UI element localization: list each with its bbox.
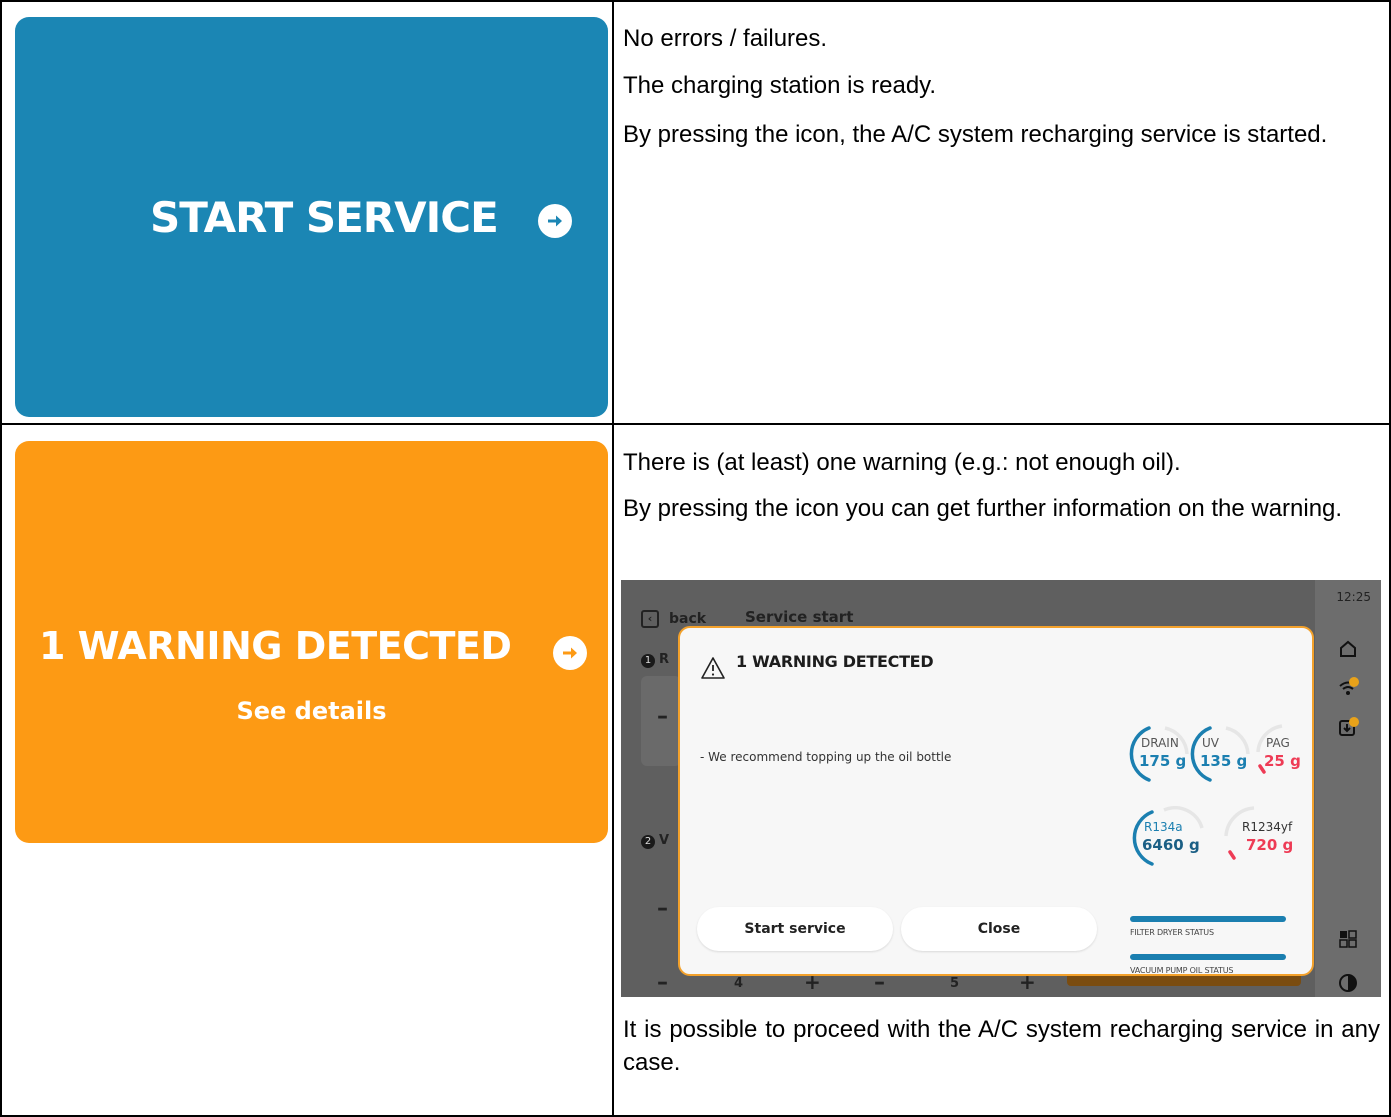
wifi-icon[interactable]	[1337, 676, 1359, 698]
warning-detected-tile[interactable]: 1 WARNING DETECTED See details	[15, 441, 608, 843]
vacuum-pump-oil-status-label: VACUUM PUMP OIL STATUS	[1130, 966, 1234, 975]
screen-title: Service start	[745, 608, 854, 626]
home-icon[interactable]	[1337, 638, 1359, 660]
arrow-right-circle-icon	[553, 636, 587, 670]
table-border-top	[0, 0, 1391, 2]
warning-dialog-screenshot: ‹ back Service start 1 R – 2 V – – 4 + – …	[621, 580, 1381, 997]
gauge-r134a: R134a 6460 g	[1130, 806, 1220, 870]
minus-icon: –	[657, 704, 668, 729]
minus-icon[interactable]: –	[657, 970, 668, 995]
warning-modal: 1 WARNING DETECTED - We recommend toppin…	[678, 626, 1314, 976]
vacuum-pump-oil-status-bar	[1130, 954, 1286, 960]
gauge-value: 720 g	[1246, 836, 1294, 854]
gauge-name: R1234yf	[1242, 820, 1293, 834]
filter-dryer-status-bar	[1130, 916, 1286, 922]
description-no-errors: No errors / failures.	[623, 25, 828, 52]
table-row-divider	[0, 423, 1391, 425]
description-station-ready: The charging station is ready.	[623, 72, 937, 99]
warning-detected-label: 1 WARNING DETECTED	[39, 624, 512, 668]
description-warning: There is (at least) one warning (e.g.: n…	[623, 449, 1181, 476]
step-1-label: R	[659, 652, 670, 667]
step-2-badge: 2	[641, 835, 655, 849]
start-service-label: START SERVICE	[150, 193, 499, 242]
description-more-info: By pressing the icon you can get further…	[623, 495, 1343, 522]
see-details-label: See details	[236, 697, 387, 725]
table-column-divider	[612, 0, 614, 1117]
update-icon[interactable]	[1337, 716, 1359, 738]
counter-b-value: 5	[950, 976, 960, 991]
warning-triangle-icon	[701, 657, 725, 679]
description-proceed: It is possible to proceed with the A/C s…	[623, 1016, 1380, 1076]
warning-message: - We recommend topping up the oil bottle	[700, 750, 952, 764]
close-button[interactable]: Close	[901, 907, 1097, 951]
clock: 12:25	[1336, 590, 1371, 604]
start-service-tile[interactable]: START SERVICE	[15, 17, 608, 417]
step-1-badge: 1	[641, 654, 655, 668]
gauge-name: PAG	[1266, 736, 1290, 750]
gauge-value: 25 g	[1264, 752, 1301, 770]
gauge-name: R134a	[1144, 820, 1183, 834]
step-2-label: V	[659, 833, 670, 848]
gauge-uv: UV 135 g	[1188, 722, 1260, 786]
description-start-service: By pressing the icon, the A/C system rec…	[623, 121, 1328, 148]
gauge-name: UV	[1202, 736, 1219, 750]
arrow-right-circle-icon	[538, 204, 572, 238]
contrast-icon[interactable]	[1337, 972, 1359, 994]
gauge-pag: PAG 25 g	[1252, 722, 1324, 786]
gauge-value: 135 g	[1200, 752, 1248, 770]
start-service-button[interactable]: Start service	[697, 907, 893, 951]
counter-a-value: 4	[734, 976, 744, 991]
grid-icon[interactable]	[1337, 928, 1359, 950]
gauge-r1234yf: R1234yf 720 g	[1220, 806, 1310, 870]
table-border-left	[0, 0, 2, 1117]
modal-title: 1 WARNING DETECTED	[736, 652, 934, 671]
gauge-value: 6460 g	[1142, 836, 1200, 854]
chevron-left-icon: ‹	[641, 610, 659, 628]
gauge-name: DRAIN	[1141, 736, 1179, 750]
gauge-value: 175 g	[1139, 752, 1187, 770]
minus-icon: –	[657, 896, 668, 921]
filter-dryer-status-label: FILTER DRYER STATUS	[1130, 928, 1214, 937]
